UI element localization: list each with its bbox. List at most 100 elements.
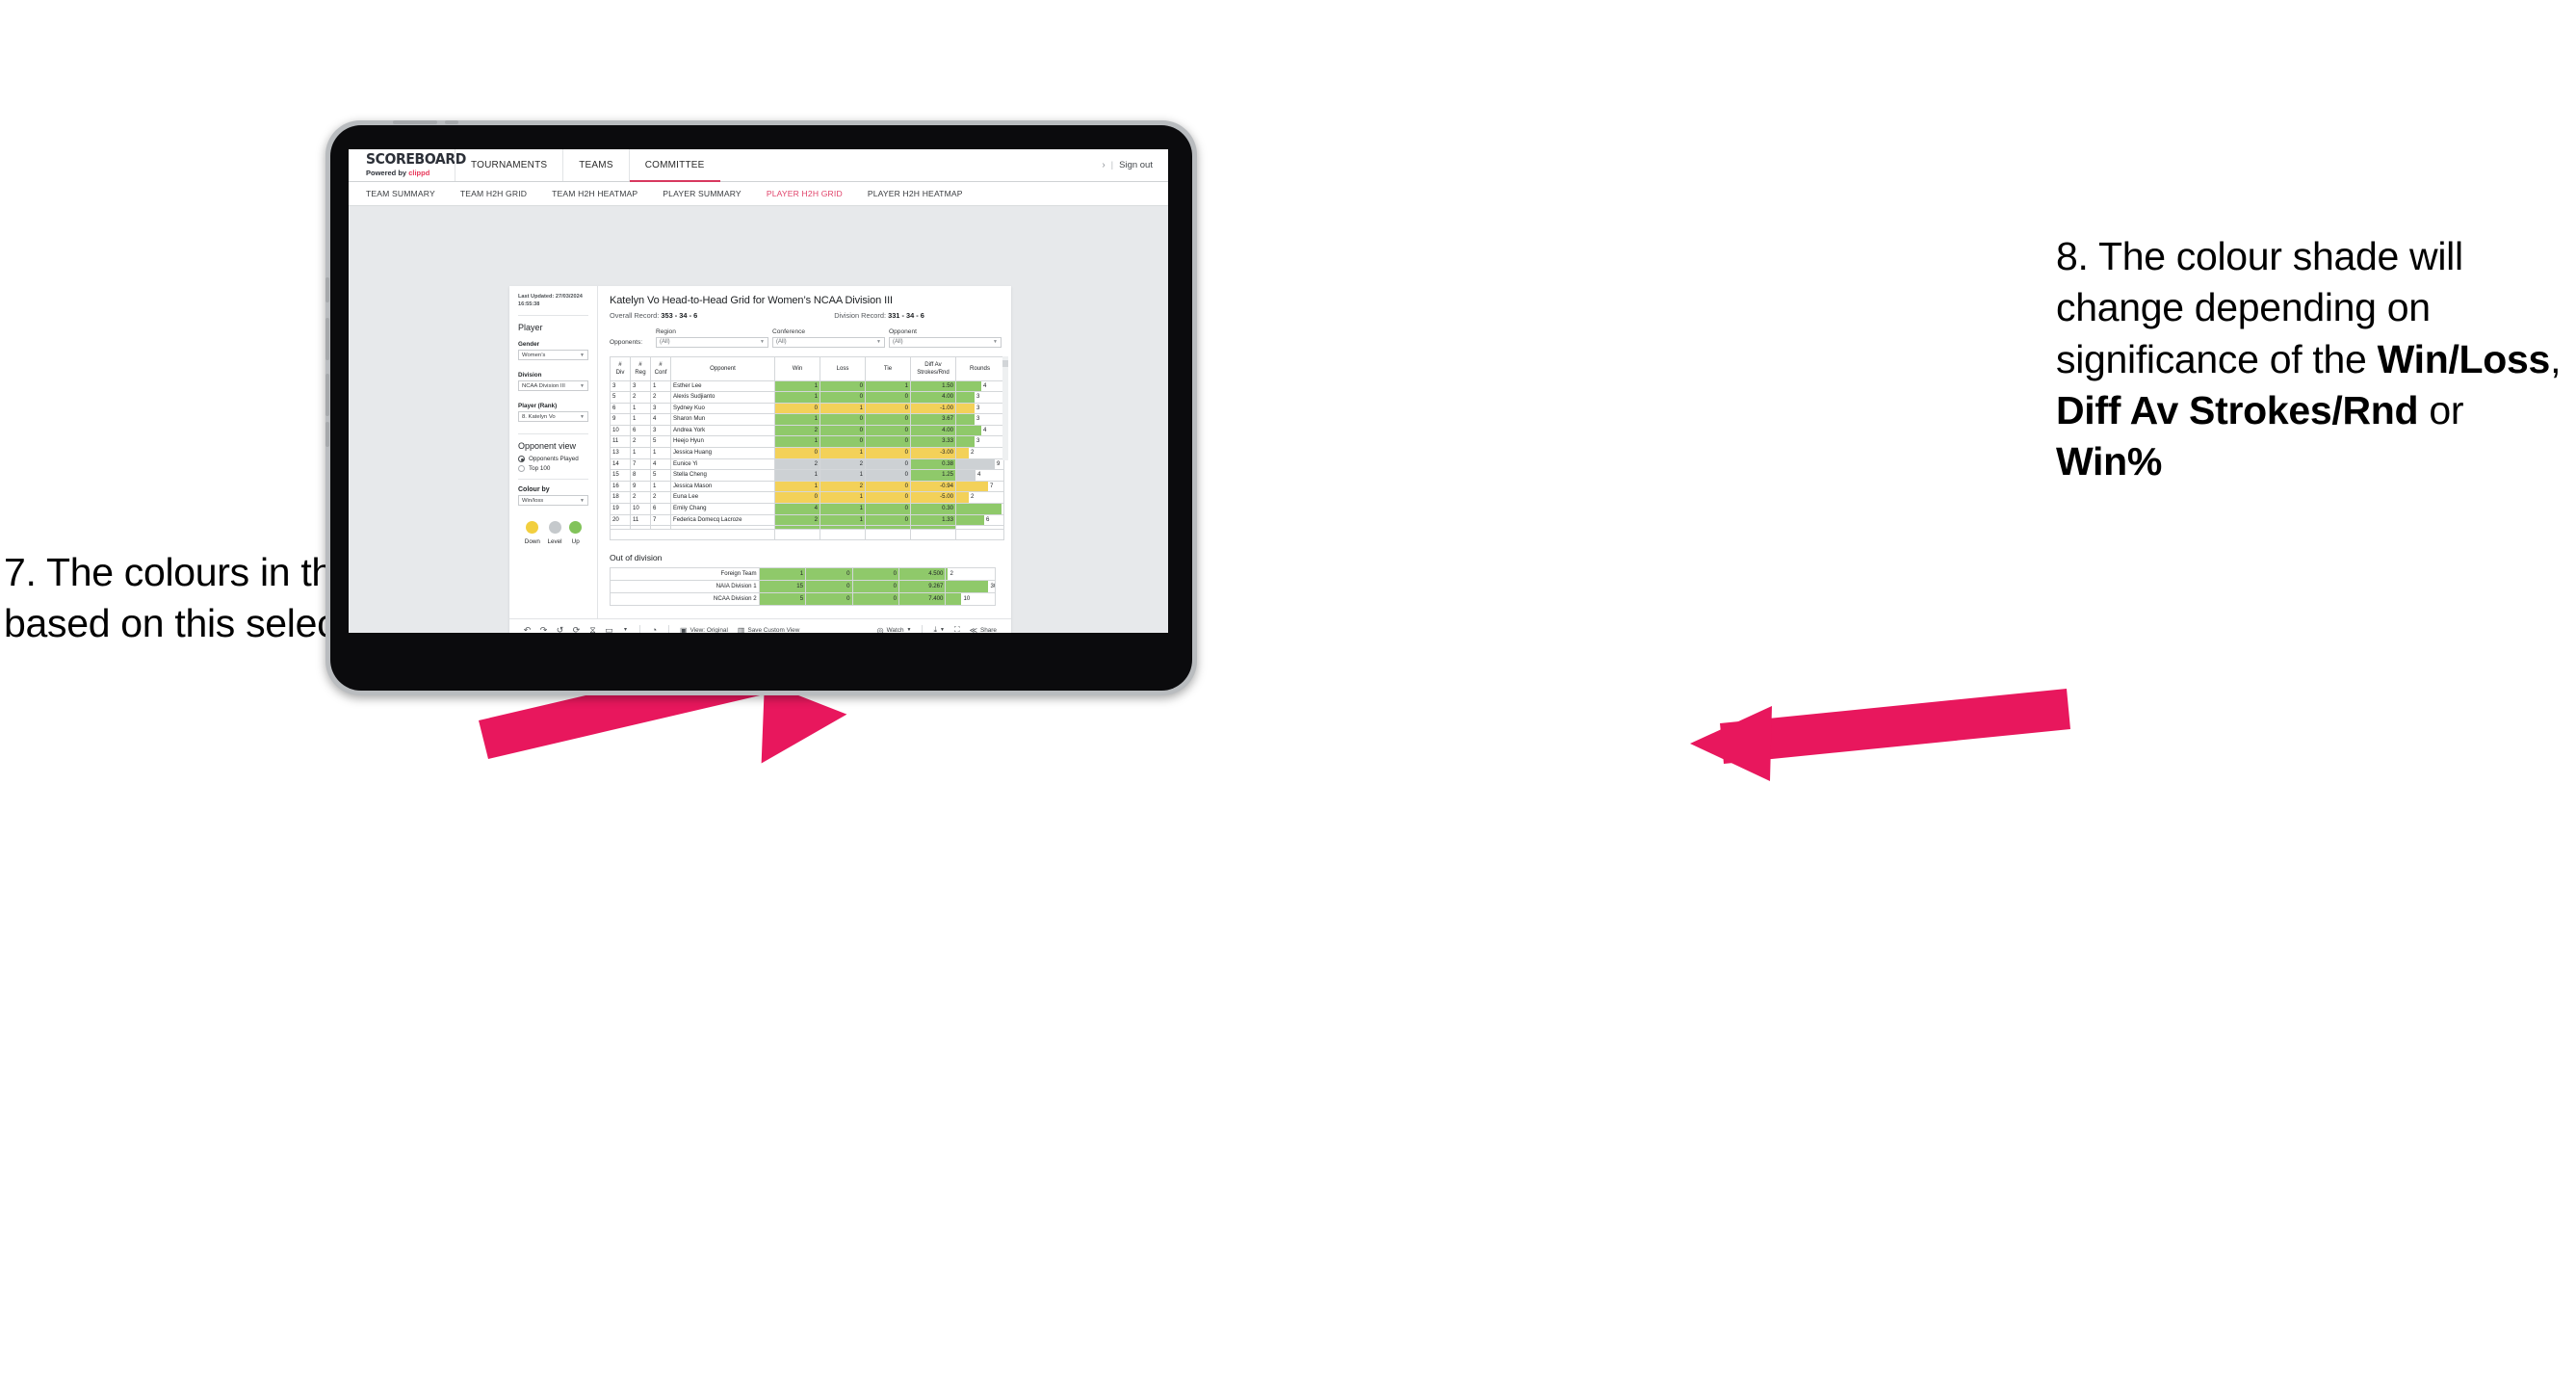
division-record-label: Division Record:: [834, 311, 889, 320]
col-diff-av-strokes[interactable]: Diff Av Strokes/Rnd: [910, 355, 956, 381]
cell-conf: 1: [650, 447, 671, 459]
download-button[interactable]: ⤓ ▼: [928, 625, 950, 633]
col-reg[interactable]: # Reg: [630, 355, 651, 381]
cell-win: 0: [774, 491, 820, 505]
filter-opponent: Opponent (All) ▼: [889, 328, 1002, 348]
cell-tie: 0: [865, 480, 911, 493]
player-rank-select[interactable]: 8. Katelyn Vo ▼: [518, 411, 588, 423]
division-select[interactable]: NCAA Division III ▼: [518, 380, 588, 392]
table-row[interactable]: 19106Emily Chang4100.3011: [610, 503, 1004, 515]
subnav-player-h2h-grid[interactable]: PLAYER H2H GRID: [767, 189, 843, 198]
col-win[interactable]: Win: [774, 355, 820, 381]
col-opponent[interactable]: Opponent: [670, 355, 775, 381]
table-row[interactable]: 14 7 4 Eunice Yi 2 2 0 0.38 9: [610, 458, 1004, 471]
rounds-value: 11: [1002, 505, 1003, 511]
caret-icon[interactable]: ▾: [617, 627, 634, 633]
col-div[interactable]: # Div: [610, 355, 631, 381]
subnav-team-h2h-grid[interactable]: TEAM H2H GRID: [460, 189, 527, 198]
cell-reg: 2: [630, 391, 651, 404]
cell-win: 1: [758, 566, 807, 581]
dashboard-canvas: Last Updated: 27/03/2024 16:55:38 Player…: [349, 206, 1168, 633]
table-row[interactable]: 5 2 2 Alexis Sudjianto 1 0 0 4.00 3: [610, 391, 1004, 404]
table-row[interactable]: 15 8 5 Stella Cheng 1 1 0 1.25 4: [610, 469, 1004, 482]
colour-by-select[interactable]: Win/loss ▼: [518, 495, 588, 507]
cell-rounds: 9: [955, 458, 1004, 471]
refresh-icon[interactable]: ⟳: [568, 625, 585, 633]
subnav-player-h2h-heatmap[interactable]: PLAYER H2H HEATMAP: [868, 189, 963, 198]
overall-record: Overall Record: 353 - 34 - 6: [610, 311, 697, 320]
tablet-side-button-1: [325, 277, 329, 302]
list-item[interactable]: NAIA Division 115009.26730: [610, 579, 996, 593]
share-button[interactable]: ≪ Share: [965, 626, 1002, 634]
cell-tie: 0: [865, 391, 911, 404]
gender-select[interactable]: Women’s ▼: [518, 350, 588, 361]
scrollbar-thumb[interactable]: [1002, 359, 1008, 367]
col-conf[interactable]: # Conf: [650, 355, 671, 381]
pause-icon[interactable]: ⧖: [585, 625, 601, 633]
cell-tie: 0: [865, 503, 911, 515]
subnav-player-summary[interactable]: PLAYER SUMMARY: [663, 189, 742, 198]
list-item[interactable]: Foreign Team 1 0 0 4.500 2: [610, 566, 996, 581]
cell-opponent: Jessica Mason: [670, 480, 775, 493]
col-tie[interactable]: Tie: [865, 355, 911, 381]
subnav-team-summary[interactable]: TEAM SUMMARY: [366, 189, 435, 198]
cell-tie: 0: [865, 424, 911, 437]
undo-icon[interactable]: ↶: [519, 625, 535, 633]
table-row[interactable]: 13 1 1 Jessica Huang 0 1 0 -3.00 2: [610, 447, 1004, 459]
radio-opponents-played[interactable]: Opponents Played: [518, 456, 588, 463]
filter-conference-select[interactable]: (All) ▼: [772, 336, 885, 348]
watch-button[interactable]: ◎ Watch ▼: [872, 626, 917, 634]
colour-by-label: Colour by: [518, 486, 550, 494]
table-row[interactable]: 16 9 1 Jessica Mason 1 2 0 -0.94 7: [610, 480, 1004, 493]
redo-icon[interactable]: ↷: [535, 625, 552, 633]
rounds-value: 4: [983, 381, 987, 389]
rounds-bar: [956, 482, 988, 491]
fullscreen-button[interactable]: ⛶: [950, 625, 965, 633]
nav-tab-teams[interactable]: TEAMS: [562, 149, 628, 181]
shape-icon[interactable]: ▭: [601, 625, 617, 633]
cell-conf: 3: [650, 402, 671, 415]
cell-win: 1: [774, 480, 820, 493]
revert-icon[interactable]: ↺: [552, 625, 568, 633]
table-row[interactable]: 10 6 3 Andrea York 2 0 0 4.00 4: [610, 424, 1004, 437]
sign-out-link[interactable]: Sign out: [1119, 160, 1153, 170]
cell-loss: 2: [820, 458, 866, 471]
chevron-down-icon: ▼: [580, 413, 585, 420]
filter-opponent-value: (All): [893, 339, 903, 345]
save-custom-view-button[interactable]: ▥ Save Custom View: [733, 626, 804, 634]
cell-opponent: Jessica Huang: [670, 447, 775, 459]
filter-region-select[interactable]: (All) ▼: [656, 336, 768, 348]
cell-diff: 9.267: [898, 579, 947, 593]
col-loss[interactable]: Loss: [820, 355, 866, 381]
rounds-value: 9: [997, 459, 1001, 467]
cell-tie: 1: [865, 379, 911, 393]
col-rounds[interactable]: Rounds: [955, 355, 1004, 381]
chevron-right-icon[interactable]: ›: [1102, 160, 1105, 170]
colour-by-value: Win/loss: [522, 497, 544, 504]
table-row[interactable]: 20 11 7 Federica Domecq Lacroze 2 1 0 1.33 6: [610, 513, 1004, 527]
nav-tab-committee[interactable]: COMMITTEE: [628, 149, 720, 182]
legend-item-level: Level: [548, 521, 562, 545]
subnav-team-h2h-heatmap[interactable]: TEAM H2H HEATMAP: [552, 189, 637, 198]
list-item[interactable]: NCAA Division 2 5 0 0 7.400 10: [610, 591, 996, 606]
cell-conf: 2: [650, 391, 671, 404]
h2h-grid-body: 3 3 1 Esther Lee 1 0 1 1.50 4 5 2 2 Alexis Sudjianto…: [610, 379, 1004, 540]
nav-tab-tournaments[interactable]: TOURNAMENTS: [455, 149, 562, 181]
cell-opponent: Eunice Yi: [670, 458, 775, 471]
table-row[interactable]: 11 2 5 Heejo Hyun 1 0 0 3.33 3: [610, 435, 1004, 449]
cell-rounds: 2: [945, 566, 996, 581]
radio-top-100[interactable]: Top 100: [518, 465, 588, 473]
view-original-label: View: Original: [690, 626, 728, 634]
filter-opponent-select[interactable]: (All) ▼: [889, 336, 1002, 348]
table-row[interactable]: 3 3 1 Esther Lee 1 0 1 1.50 4: [610, 379, 1004, 393]
brand-logo[interactable]: SCOREBOARD Powered by clippd: [349, 149, 466, 181]
alert-icon[interactable]: ◔: [646, 625, 663, 633]
cell-diff: 4.00: [910, 391, 956, 404]
table-row[interactable]: 6 1 3 Sydney Kuo 0 1 0 -1.00 3: [610, 402, 1004, 415]
rounds-bar: [946, 581, 989, 592]
table-row[interactable]: 18 2 2 Euna Lee 0 1 0 -5.00 2: [610, 491, 1004, 505]
chevron-down-icon: ▼: [940, 627, 945, 633]
table-row[interactable]: 9 1 4 Sharon Mun 1 0 0 3.67 3: [610, 413, 1004, 426]
grid-vertical-scrollbar[interactable]: [1002, 355, 1008, 460]
view-original-button[interactable]: ▣ View: Original: [675, 626, 733, 634]
